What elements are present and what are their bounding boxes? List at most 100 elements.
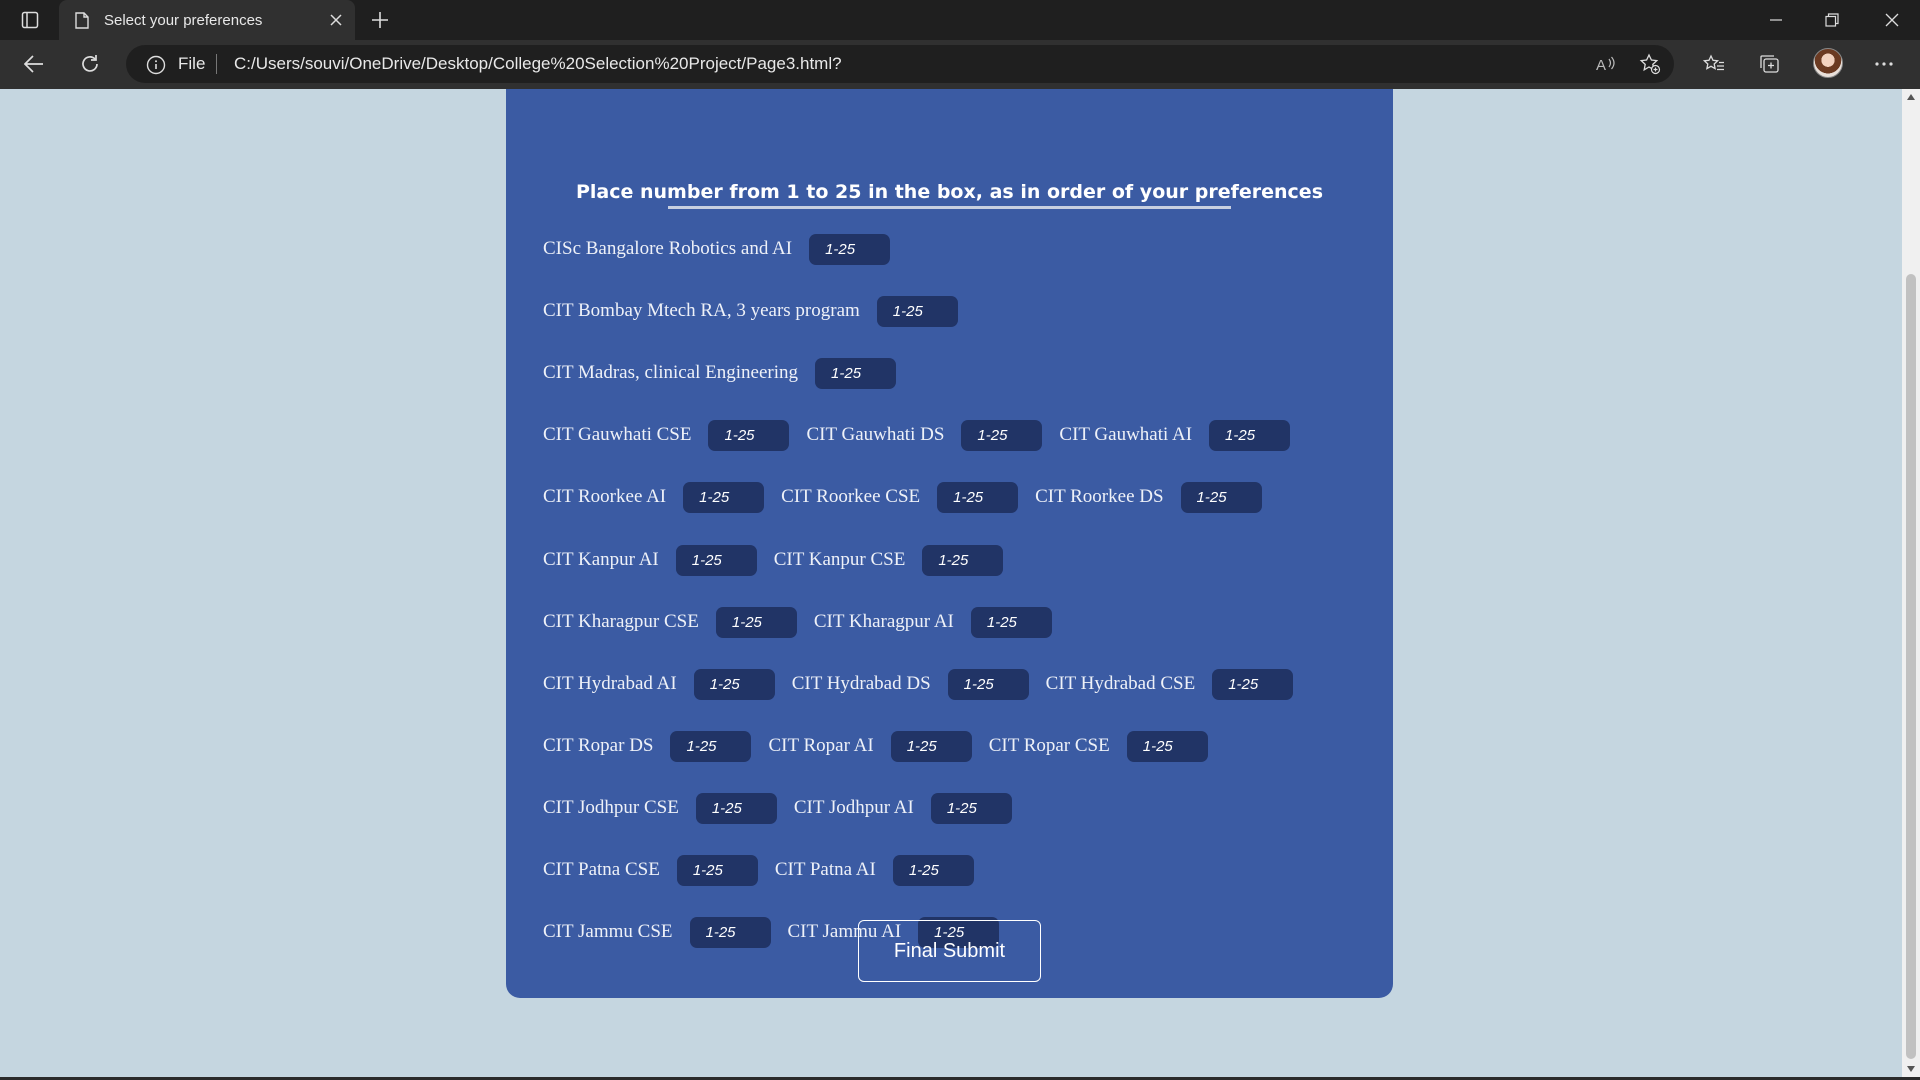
heading-underline [668, 206, 1231, 209]
program-label: CIT Gauwhati AI [1059, 424, 1193, 445]
program-label: CIT Roorkee AI [543, 486, 667, 507]
address-bar[interactable]: File C:/Users/souvi/OneDrive/Desktop/Col… [126, 45, 1674, 83]
preference-row: CIT Bombay Mtech RA, 3 years program [543, 295, 975, 327]
back-button[interactable] [16, 46, 52, 82]
close-window-icon [1885, 13, 1899, 27]
minimize-icon [1770, 19, 1782, 21]
more-options-button[interactable] [1866, 46, 1902, 82]
new-tab-button[interactable] [364, 5, 396, 35]
preference-row: CIT Kanpur AI CIT Kanpur CSE [543, 544, 1020, 576]
program-label: CISc Bangalore Robotics and AI [543, 238, 793, 259]
tab-actions-icon [21, 11, 39, 29]
preference-row: CIT Hydrabad AI CIT Hydrabad DS CIT Hydrab… [543, 668, 1310, 700]
preference-rank-input[interactable] [1180, 481, 1262, 513]
active-tab[interactable]: Select your preferences [59, 0, 355, 40]
page-icon [73, 11, 91, 29]
program-label: CIT Patna CSE [543, 859, 660, 880]
close-window-button[interactable] [1864, 0, 1920, 40]
scroll-down-arrow-icon[interactable] [1906, 1065, 1916, 1073]
preference-rank-input[interactable] [1209, 419, 1291, 451]
preference-rank-input[interactable] [815, 357, 897, 389]
program-label: CIT Hydrabad CSE [1045, 673, 1196, 694]
program-label: CIT Jodhpur CSE [543, 797, 679, 818]
preference-rank-input[interactable] [922, 544, 1004, 576]
preference-row: CIT Roorkee AI CIT Roorkee CSE CIT Roorkee… [543, 481, 1279, 513]
back-arrow-icon [24, 55, 43, 73]
plus-icon [372, 12, 388, 28]
collections-button[interactable] [1752, 46, 1788, 82]
preference-rank-input[interactable] [809, 233, 891, 265]
program-label: CIT Roorkee DS [1035, 486, 1164, 507]
preference-rank-input[interactable] [1126, 730, 1208, 762]
program-label: CIT Ropar AI [768, 735, 874, 756]
program-label: CIT Ropar CSE [988, 735, 1110, 756]
preferences-panel: Place number from 1 to 25 in the box, as… [506, 89, 1393, 998]
info-icon[interactable] [146, 55, 166, 80]
read-aloud-icon[interactable]: A [1594, 52, 1618, 76]
minimize-button[interactable] [1748, 0, 1804, 40]
refresh-button[interactable] [72, 46, 108, 82]
preference-row: CIT Patna CSE CIT Patna AI [543, 854, 991, 886]
preference-rank-input[interactable] [683, 481, 765, 513]
program-label: CIT Hydrabad AI [543, 673, 677, 694]
preference-rank-input[interactable] [970, 606, 1052, 638]
program-label: CIT Ropar DS [543, 735, 654, 756]
preference-rank-input[interactable] [695, 792, 777, 824]
preference-rank-input[interactable] [890, 730, 972, 762]
final-submit-button[interactable]: Final Submit [858, 920, 1041, 982]
browser-toolbar: File C:/Users/souvi/OneDrive/Desktop/Col… [0, 40, 1920, 89]
program-label: CIT Roorkee CSE [781, 486, 921, 507]
preference-row: CIT Gauwhati CSE CIT Gauwhati DS CIT Gauwh… [543, 419, 1307, 451]
preference-rank-input[interactable] [708, 419, 790, 451]
browser-tab-strip: Select your preferences [0, 0, 1920, 40]
program-label: CIT Jodhpur AI [793, 797, 914, 818]
preference-rank-input[interactable] [675, 544, 757, 576]
preference-rank-input[interactable] [670, 730, 752, 762]
preference-row: CIT Kharagpur CSE CIT Kharagpur AI [543, 606, 1069, 638]
address-separator [216, 54, 217, 74]
file-scheme-label: File [178, 54, 206, 73]
profile-avatar[interactable] [1813, 48, 1843, 78]
restore-icon [1825, 13, 1839, 27]
preference-row: CIT Jodhpur CSE CIT Jodhpur AI [543, 792, 1029, 824]
scroll-up-arrow-icon[interactable] [1906, 93, 1916, 101]
page-heading: Place number from 1 to 25 in the box, as… [575, 181, 1324, 203]
program-label: CIT Hydrabad DS [791, 673, 931, 694]
restore-button[interactable] [1804, 0, 1860, 40]
scrollbar-thumb[interactable] [1906, 274, 1916, 1059]
vertical-scrollbar[interactable] [1902, 89, 1920, 1077]
favorites-button[interactable] [1696, 46, 1732, 82]
preference-rank-input[interactable] [715, 606, 797, 638]
program-label: CIT Patna AI [774, 859, 876, 880]
page-viewport: Place number from 1 to 25 in the box, as… [0, 89, 1902, 1077]
refresh-icon [82, 55, 98, 72]
tab-actions-button[interactable] [14, 6, 46, 34]
preference-row: CIT Madras, clinical Engineering [543, 357, 913, 389]
program-label: CIT Bombay Mtech RA, 3 years program [543, 300, 860, 321]
preference-rank-input[interactable] [693, 668, 775, 700]
collections-icon [1760, 55, 1779, 73]
preference-rank-input[interactable] [892, 854, 974, 886]
close-icon [330, 14, 342, 26]
add-favorite-icon[interactable] [1638, 52, 1662, 76]
preference-rank-input[interactable] [947, 668, 1029, 700]
program-label: CIT Jammu CSE [543, 921, 673, 942]
program-label: CIT Madras, clinical Engineering [543, 362, 799, 383]
program-label: CIT Kharagpur AI [813, 611, 954, 632]
tab-title: Select your preferences [104, 11, 263, 29]
url-text[interactable]: C:/Users/souvi/OneDrive/Desktop/College%… [234, 54, 842, 74]
favorites-icon [1703, 54, 1724, 71]
preference-rank-input[interactable] [961, 419, 1043, 451]
program-label: CIT Gauwhati DS [806, 424, 945, 445]
program-label: CIT Kanpur AI [543, 549, 659, 570]
preference-rank-input[interactable] [689, 916, 771, 948]
preference-rank-input[interactable] [1212, 668, 1294, 700]
preference-rank-input[interactable] [930, 792, 1012, 824]
preference-row: CIT Ropar DS CIT Ropar AI CIT Ropar CSE [543, 730, 1225, 762]
more-icon [1875, 62, 1893, 66]
program-label: CIT Gauwhati CSE [543, 424, 692, 445]
preference-rank-input[interactable] [876, 295, 958, 327]
preference-rank-input[interactable] [676, 854, 758, 886]
preference-rank-input[interactable] [937, 481, 1019, 513]
close-tab-button[interactable] [321, 5, 351, 35]
